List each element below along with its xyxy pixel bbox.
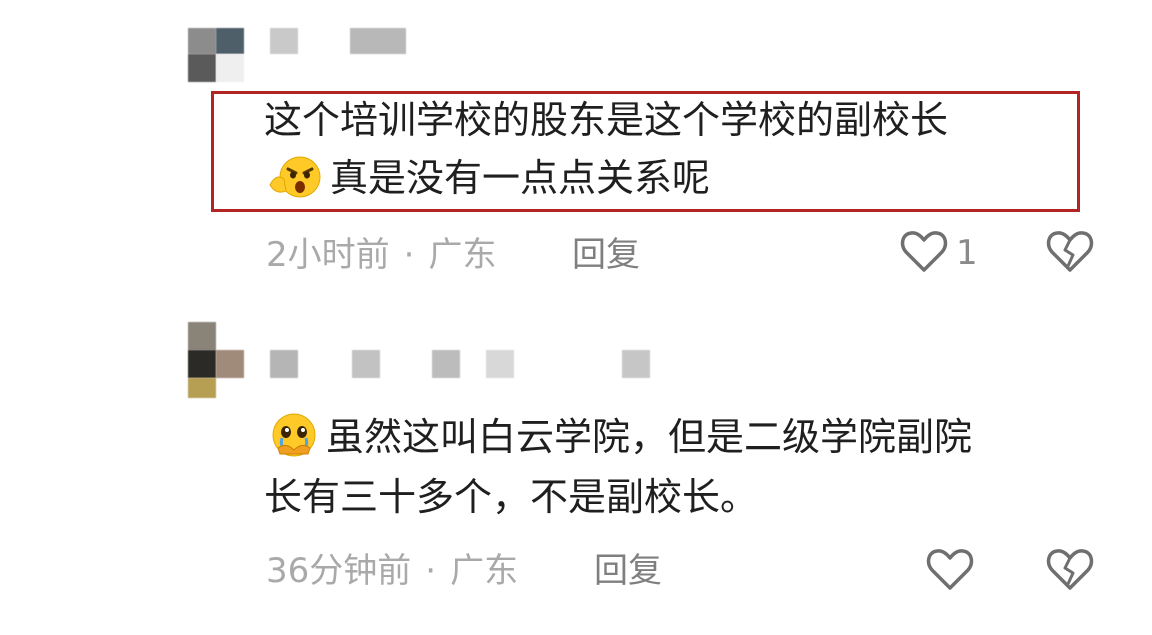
avatar-blurred[interactable] [188,322,244,398]
comment-location: 广东 [428,235,497,275]
heart-outline-icon [900,228,948,278]
meta-separator: · [403,235,415,275]
comment-time: 36分钟前 [266,551,412,591]
comment-meta: 2小时前 · 广东 [266,235,496,275]
reply-button[interactable]: 回复 [572,235,640,275]
reply-button[interactable]: 回复 [594,551,662,591]
comment-location: 广东 [450,551,519,591]
like-button[interactable] [926,546,974,596]
username-blurred[interactable] [270,350,650,380]
comment-text-line-2: 长有三十多个，不是副校长。 [264,475,759,519]
meta-separator: · [425,551,437,591]
like-count: 1 [956,233,978,273]
comment-text-line-1-content: 虽然这叫白云学院，但是二级学院副院 [326,415,973,459]
crying-pleading-emoji-icon [264,412,324,468]
comment-time: 2小时前 [266,235,390,275]
dislike-button[interactable] [1046,546,1094,596]
comment-text-line-1: 虽然这叫白云学院，但是二级学院副院 [264,412,972,468]
avatar-blurred[interactable] [188,28,244,82]
dislike-button[interactable] [1046,228,1094,278]
comment-text-line-2: 真是没有一点点关系呢 [264,155,710,209]
broken-heart-icon [1046,546,1094,596]
username-blurred[interactable] [270,28,406,54]
heart-outline-icon [926,546,974,596]
comment-meta: 36分钟前 · 广东 [266,551,518,591]
like-button[interactable]: 1 [900,228,978,278]
comment-text-line-2-content: 真是没有一点点关系呢 [330,156,711,200]
broken-heart-icon [1046,228,1094,278]
comment-text-line-1: 这个培训学校的股东是这个学校的副校长 [264,98,949,142]
angry-shush-emoji-icon [264,155,328,209]
